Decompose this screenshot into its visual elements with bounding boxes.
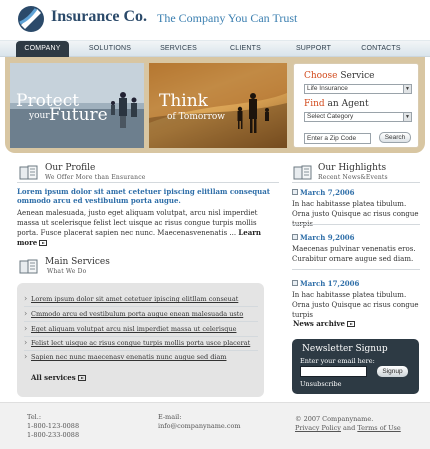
- profile-lead: Lorem ipsum dolor sit amet cetetuer ipis…: [17, 187, 271, 205]
- divider: [17, 182, 279, 183]
- arrow-right-icon: [77, 375, 86, 381]
- banner2-word-think: Think: [159, 91, 208, 111]
- divider: [24, 336, 258, 337]
- newsletter-email-input[interactable]: [300, 366, 367, 377]
- banner-photo-protect: Protect your Future: [10, 63, 144, 148]
- find-agent-title: Find an Agent: [304, 99, 369, 109]
- nav-item-company[interactable]: COMPANY: [16, 41, 69, 57]
- highlight-date-1[interactable]: March 7,2006: [300, 188, 355, 197]
- service-item-1[interactable]: Lorem ipsum dolor sit amet cetetuer ipis…: [24, 294, 238, 303]
- choose-service-title: Choose Service: [304, 71, 375, 81]
- services-book-icon: [19, 259, 38, 274]
- footer-copyright: © 2007 Companyname.: [295, 415, 374, 423]
- calendar-icon: [292, 280, 298, 286]
- logo-name[interactable]: Insurance Co.: [51, 8, 147, 26]
- divider: [24, 306, 258, 307]
- calendar-icon: [292, 189, 298, 195]
- banner1-word-your: your: [29, 111, 50, 121]
- nav-item-services[interactable]: SERVICES: [151, 41, 206, 57]
- newsletter-label: Enter your email here:: [300, 357, 375, 365]
- main-nav: COMPANY SOLUTIONS SERVICES CLIENTS SUPPO…: [0, 40, 430, 57]
- footer-email-label: E-mail:: [158, 413, 182, 421]
- divider: [292, 182, 420, 183]
- footer-email-link[interactable]: info@companyname.com: [158, 422, 241, 431]
- service-item-4[interactable]: Felist lect uisque ac risus congue turpi…: [24, 338, 250, 347]
- nav-item-support[interactable]: SUPPORT: [286, 41, 341, 57]
- calendar-icon: [292, 234, 298, 240]
- services-title: Main Services: [45, 257, 110, 267]
- signup-button[interactable]: Signup: [377, 366, 408, 377]
- terms-of-use-link[interactable]: Terms of Use: [357, 424, 400, 432]
- tagline: The Company You Can Trust: [157, 11, 298, 25]
- footer: Tel.: 1-800-123-0088 1-800-233-0088 E-ma…: [0, 402, 430, 449]
- header: Insurance Co. The Company You Can Trust: [0, 0, 430, 40]
- highlight-text-3: In hac habitasse platea tibulum. Orna ju…: [292, 291, 419, 319]
- profile-title: Our Profile: [45, 163, 96, 173]
- highlights-title: Our Highlights: [318, 163, 387, 173]
- profile-book-icon: [19, 165, 38, 180]
- arrow-right-icon: [39, 240, 48, 246]
- footer-legal-block: © 2007 Companyname. Privacy Policy and T…: [295, 415, 401, 433]
- divider: [292, 224, 420, 225]
- highlights-subtitle: Recent News&Events: [318, 174, 388, 181]
- footer-tel-label: Tel.:: [27, 413, 42, 421]
- nav-item-clients[interactable]: CLIENTS: [218, 41, 273, 57]
- footer-phone-block: Tel.: 1-800-123-0088 1-800-233-0088: [27, 413, 79, 440]
- highlight-date-3[interactable]: March 17,2006: [300, 279, 359, 288]
- service-item-2[interactable]: Cmmodo arcu ed vestibulum porta augue en…: [24, 309, 243, 318]
- profile-subtitle: We Offer More than Ensurance: [45, 174, 146, 181]
- dropdown-arrow-icon: ▼: [403, 113, 411, 121]
- zip-code-input[interactable]: Enter a Zip Code: [304, 133, 371, 144]
- nav-item-contacts[interactable]: CONTACTS: [353, 41, 409, 57]
- search-button[interactable]: Search: [379, 132, 411, 143]
- banner2-word-tomorrow: of Tomorrow: [167, 112, 226, 122]
- all-services-link[interactable]: All services: [31, 373, 86, 382]
- highlight-text-2: Maecenas pulvinar venenatis eros. Curabi…: [292, 245, 416, 263]
- footer-email-block: E-mail: info@companyname.com: [158, 413, 241, 431]
- highlight-date-2[interactable]: March 9,2006: [300, 233, 355, 242]
- footer-tel-1: 1-800-123-0088: [27, 422, 80, 430]
- category-select[interactable]: Select Category ▼: [304, 112, 412, 122]
- service-item-5[interactable]: Sapien nec nunc maecenasv enenatis nunc …: [24, 352, 226, 361]
- dropdown-arrow-icon: ▼: [403, 85, 411, 93]
- divider: [24, 350, 258, 351]
- banner-photo-think: Think of Tomorrow: [149, 63, 287, 148]
- footer-and: and: [340, 424, 358, 432]
- newsletter-panel: Newsletter Signup Enter your email here:…: [292, 339, 419, 394]
- highlights-book-icon: [293, 165, 312, 180]
- logo-icon[interactable]: [17, 5, 45, 33]
- divider: [292, 269, 420, 270]
- newsletter-title: Newsletter Signup: [302, 344, 388, 354]
- news-archive-link[interactable]: News archive: [293, 319, 356, 328]
- unsubscribe-link[interactable]: Unsubscribe: [300, 380, 342, 388]
- profile-body: Aenean malesuada, justo eget aliquam vol…: [17, 209, 262, 247]
- service-item-3[interactable]: Eget aliquam volutpat arcu nisl imperdie…: [24, 324, 237, 333]
- arrow-right-icon: [347, 321, 356, 327]
- divider: [24, 321, 258, 322]
- nav-item-solutions[interactable]: SOLUTIONS: [82, 41, 138, 57]
- services-subtitle: What We Do: [47, 268, 87, 275]
- footer-tel-2: 1-800-233-0088: [27, 431, 80, 439]
- banner1-word-future: Future: [49, 105, 108, 125]
- service-select[interactable]: Life Insurance ▼: [304, 84, 412, 94]
- privacy-policy-link[interactable]: Privacy Policy: [295, 424, 341, 432]
